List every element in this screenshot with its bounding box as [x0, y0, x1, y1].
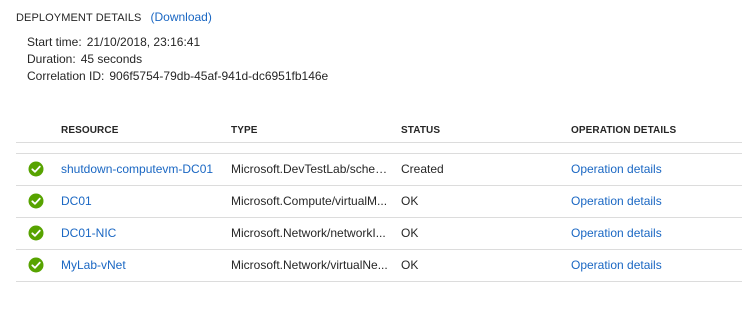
status-cell — [16, 153, 61, 185]
success-check-icon — [28, 161, 44, 177]
success-check-icon — [28, 257, 44, 273]
deployment-details: Start time: 21/10/2018, 23:16:41 Duration… — [27, 34, 328, 85]
resource-name[interactable]: MyLab-vNet — [61, 258, 126, 272]
resource-type: Microsoft.Network/networkI... — [231, 226, 386, 241]
type-cell: Microsoft.DevTestLab/sched... — [231, 153, 401, 185]
correlation-id-value: 906f5754-79db-45af-941d-dc6951fb146e — [109, 69, 329, 83]
table-row: shutdown-computevm-DC01 Microsoft.DevTes… — [16, 153, 742, 185]
success-check-icon — [28, 225, 44, 241]
status-text: OK — [401, 226, 419, 240]
correlation-id-label: Correlation ID: — [27, 69, 105, 83]
status-cell — [16, 249, 61, 281]
operation-details-link[interactable]: Operation details — [571, 258, 662, 272]
resource-name[interactable]: shutdown-computevm-DC01 — [61, 162, 213, 176]
table-header-row: RESOURCE TYPE STATUS OPERATION DETAILS — [16, 120, 742, 142]
resource-link[interactable]: DC01 — [61, 185, 231, 217]
resource-link[interactable]: MyLab-vNet — [61, 249, 231, 281]
resource-name[interactable]: DC01 — [61, 194, 92, 208]
table-row: DC01-NIC Microsoft.Network/networkI... O… — [16, 217, 742, 249]
table-spacer — [16, 142, 742, 154]
resource-link[interactable]: shutdown-computevm-DC01 — [61, 153, 231, 185]
download-link[interactable]: (Download) — [150, 10, 211, 24]
resource-link[interactable]: DC01-NIC — [61, 217, 231, 249]
correlation-id-row: Correlation ID: 906f5754-79db-45af-941d-d… — [27, 68, 328, 85]
type-cell: Microsoft.Network/virtualNe... — [231, 249, 401, 281]
status-text: OK — [401, 194, 419, 208]
resource-type: Microsoft.Compute/virtualM... — [231, 194, 388, 209]
start-time-label: Start time: — [27, 35, 82, 49]
deployment-details-header: DEPLOYMENT DETAILS (Download) — [16, 10, 212, 26]
start-time-row: Start time: 21/10/2018, 23:16:41 — [27, 34, 328, 51]
status-icon-column-header — [16, 120, 61, 142]
resources-table: RESOURCE TYPE STATUS OPERATION DETAILS s… — [16, 120, 742, 282]
operation-details-link[interactable]: Operation details — [571, 226, 662, 240]
duration-row: Duration: 45 seconds — [27, 51, 328, 68]
column-header-operation-details: OPERATION DETAILS — [571, 125, 677, 137]
operation-details-cell: Operation details — [571, 153, 742, 185]
status-text: OK — [401, 258, 419, 272]
start-time-value: 21/10/2018, 23:16:41 — [86, 35, 201, 49]
duration-label: Duration: — [27, 52, 76, 66]
operation-details-link[interactable]: Operation details — [571, 162, 662, 176]
status-cell — [16, 217, 61, 249]
operation-details-cell: Operation details — [571, 217, 742, 249]
duration-value: 45 seconds — [80, 52, 143, 66]
section-title: DEPLOYMENT DETAILS — [16, 12, 142, 24]
operation-details-cell: Operation details — [571, 249, 742, 281]
success-check-icon — [28, 193, 44, 209]
operation-details-link[interactable]: Operation details — [571, 194, 662, 208]
table-row: MyLab-vNet Microsoft.Network/virtualNe..… — [16, 249, 742, 281]
type-cell: Microsoft.Compute/virtualM... — [231, 185, 401, 217]
resource-type: Microsoft.Network/virtualNe... — [231, 258, 388, 273]
resource-name[interactable]: DC01-NIC — [61, 226, 116, 240]
column-header-type: TYPE — [231, 125, 258, 137]
column-header-status: STATUS — [401, 125, 441, 137]
column-header-resource: RESOURCE — [61, 125, 119, 137]
operation-details-cell: Operation details — [571, 185, 742, 217]
resource-type: Microsoft.DevTestLab/sched... — [231, 162, 391, 177]
type-cell: Microsoft.Network/networkI... — [231, 217, 401, 249]
table-row: DC01 Microsoft.Compute/virtualM... OK Op… — [16, 185, 742, 217]
status-cell — [16, 185, 61, 217]
status-text: Created — [401, 162, 444, 176]
